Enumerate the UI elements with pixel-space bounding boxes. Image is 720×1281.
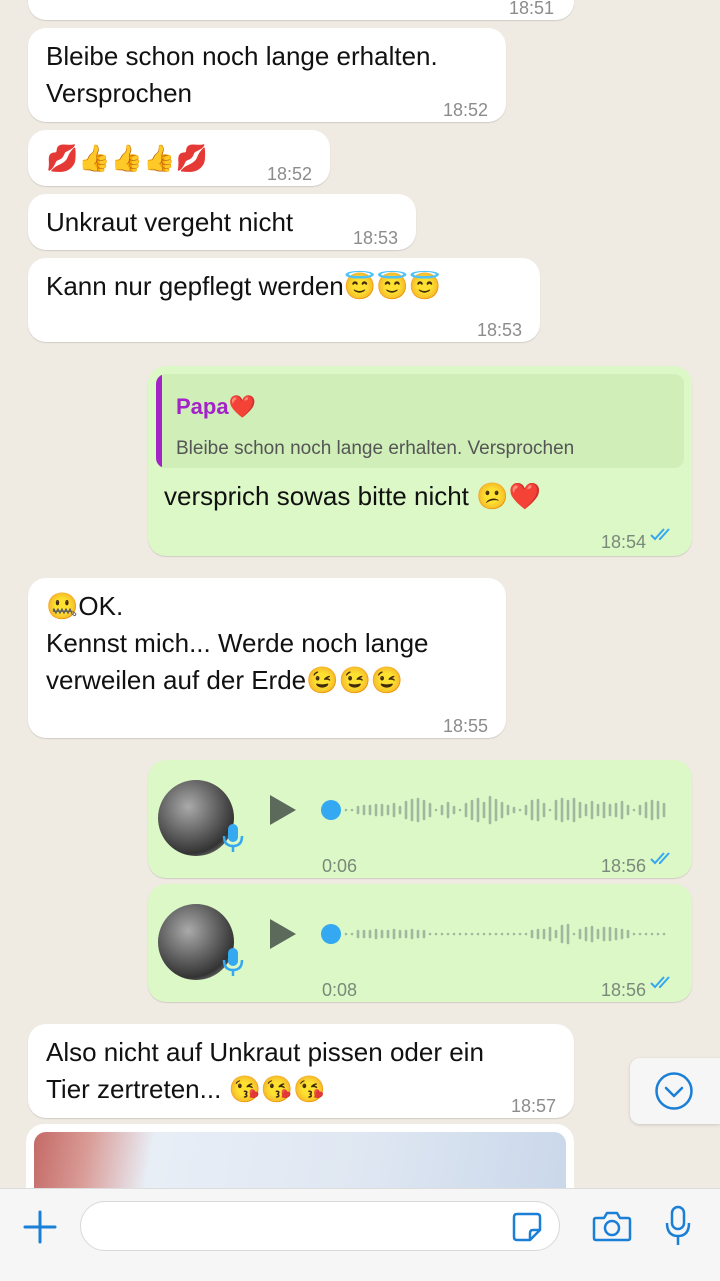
photo-thumbnail[interactable] (34, 1132, 566, 1188)
message-time: 18:56 (600, 980, 646, 1000)
message-bubble[interactable]: Unkraut vergeht nicht 18:53 (28, 194, 416, 250)
plus-icon[interactable] (22, 1209, 58, 1245)
message-composer (0, 1188, 720, 1281)
message-text: 🤐OK. (46, 591, 124, 621)
message-bubble-partial[interactable]: 18:51 (28, 0, 574, 20)
message-text: Also nicht auf Unkraut pissen oder ein (46, 1037, 484, 1067)
message-bubble[interactable]: 🤐OK. Kennst mich... Werde noch lange ver… (28, 578, 506, 738)
playback-position-dot[interactable] (321, 924, 341, 944)
quote-accent-bar (156, 374, 162, 468)
voice-duration: 0:06 (322, 856, 358, 876)
message-time: 18:52 (442, 100, 488, 120)
camera-icon[interactable] (592, 1209, 632, 1243)
message-bubble[interactable]: 💋👍👍👍💋 18:52 (28, 130, 330, 186)
message-time: 18:54 (600, 532, 646, 552)
quote-author: Papa❤️ (176, 394, 256, 419)
play-icon[interactable] (270, 795, 296, 825)
chevron-down-circle-icon (655, 1072, 693, 1110)
quoted-message[interactable]: Papa❤️ Bleibe schon noch lange erhalten.… (156, 374, 684, 468)
playback-position-dot[interactable] (321, 800, 341, 820)
microphone-icon (222, 824, 244, 852)
message-bubble[interactable]: Also nicht auf Unkraut pissen oder ein T… (28, 1024, 574, 1118)
message-bubble[interactable]: Kann nur gepflegt werden😇😇😇 18:53 (28, 258, 540, 342)
sticker-icon[interactable] (511, 1211, 543, 1243)
message-time: 18:51 (508, 0, 554, 18)
message-text: Versprochen (46, 78, 192, 108)
message-time: 18:57 (510, 1096, 556, 1116)
waveform[interactable] (344, 790, 674, 830)
double-check-icon (650, 976, 670, 989)
voice-message-bubble[interactable]: 0:06 18:56 (148, 760, 692, 878)
double-check-icon (650, 852, 670, 865)
message-time: 18:56 (600, 856, 646, 876)
message-bubble[interactable]: Bleibe schon noch lange erhalten. Verspr… (28, 28, 506, 122)
message-input[interactable] (80, 1201, 560, 1251)
message-text: 💋👍👍👍💋 (46, 143, 208, 173)
chat-area: 18:51 Bleibe schon noch lange erhalten. … (0, 0, 720, 1188)
message-time: 18:53 (476, 320, 522, 340)
photo-message[interactable] (26, 1124, 574, 1188)
message-text: Kennst mich... Werde noch lange (46, 628, 429, 658)
message-text: versprich sowas bitte nicht 😕❤️ (164, 481, 541, 511)
message-text: Bleibe schon noch lange erhalten. (46, 41, 438, 71)
waveform[interactable] (344, 914, 674, 954)
message-bubble-reply[interactable]: Papa❤️ Bleibe schon noch lange erhalten.… (148, 366, 692, 556)
double-check-icon (650, 528, 670, 541)
play-icon[interactable] (270, 919, 296, 949)
message-time: 18:52 (266, 164, 312, 184)
message-text: verweilen auf der Erde😉😉😉 (46, 665, 404, 695)
voice-duration: 0:08 (322, 980, 358, 1000)
message-text: Tier zertreten... 😘😘😘 (46, 1074, 326, 1104)
scroll-to-bottom-button[interactable] (630, 1058, 720, 1124)
message-time: 18:53 (352, 228, 398, 248)
message-time: 18:55 (442, 716, 488, 736)
message-text: Unkraut vergeht nicht (46, 207, 294, 237)
message-text: Kann nur gepflegt werden😇😇😇 (46, 271, 441, 301)
quote-text: Bleibe schon noch lange erhalten. Verspr… (176, 438, 575, 459)
microphone-icon[interactable] (664, 1205, 692, 1247)
microphone-icon (222, 948, 244, 976)
voice-message-bubble[interactable]: 0:08 18:56 (148, 884, 692, 1002)
